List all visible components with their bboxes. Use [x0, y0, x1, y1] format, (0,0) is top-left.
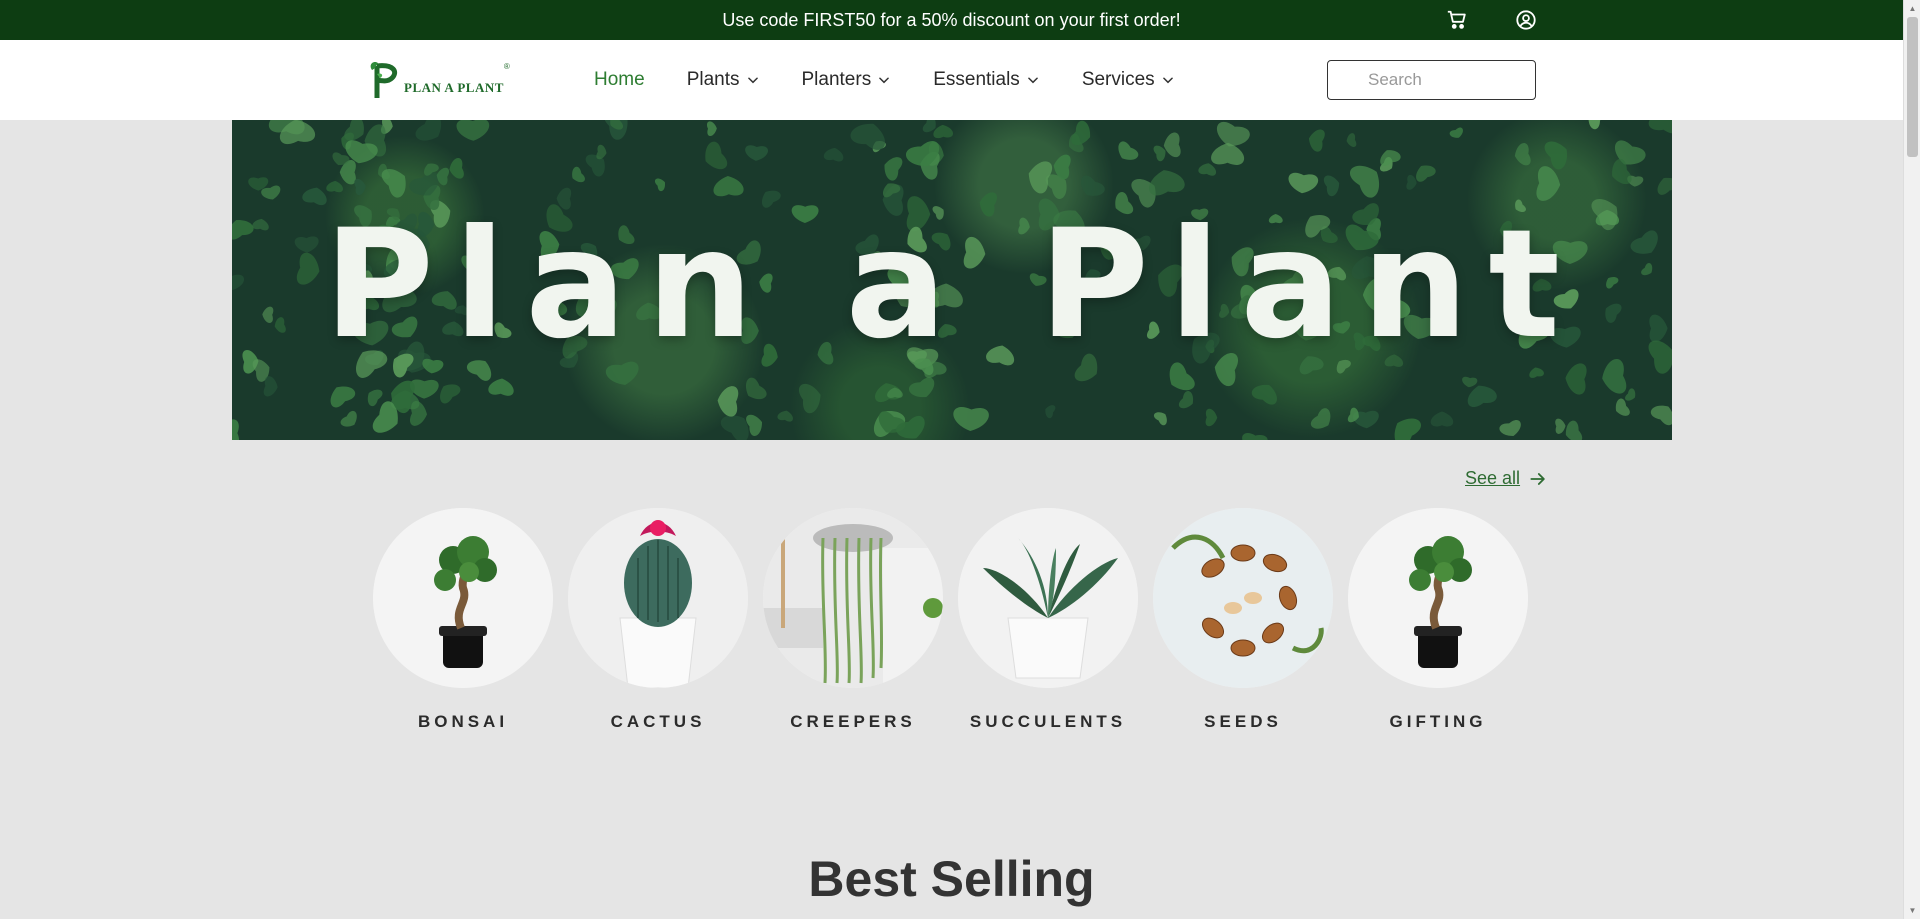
category-label[interactable]: BONSAI	[418, 712, 508, 732]
succulents-image[interactable]	[958, 508, 1138, 688]
category-label[interactable]: SUCCULENTS	[970, 712, 1126, 732]
brand-name: PLAN A PLANT	[404, 80, 504, 95]
nav-item-services[interactable]: Services	[1082, 69, 1175, 91]
search-input[interactable]	[1327, 60, 1536, 100]
best-selling-heading: Best Selling	[808, 851, 1095, 907]
category-seeds[interactable]: SEEDS	[1153, 508, 1333, 732]
nav-item-label: Essentials	[933, 69, 1020, 90]
announcement-bar: Use code FIRST50 for a 50% discount on y…	[0, 0, 1903, 40]
nav-item-label: Home	[594, 69, 645, 90]
brand-logo[interactable]: PLAN A PLANT ®	[368, 58, 510, 100]
see-all-label: See all	[1465, 468, 1521, 488]
category-creepers[interactable]: CREEPERS	[763, 508, 943, 732]
category-label[interactable]: CACTUS	[611, 712, 706, 732]
cart-icon[interactable]	[1445, 8, 1469, 32]
account-icon[interactable]	[1514, 8, 1538, 32]
announcement-text: Use code FIRST50 for a 50% discount on y…	[722, 9, 1181, 30]
nav-item-essentials[interactable]: Essentials	[933, 69, 1040, 91]
nav-item-label: Services	[1081, 69, 1155, 90]
nav-item-plants[interactable]: Plants	[687, 69, 760, 91]
category-cactus[interactable]: CACTUS	[568, 508, 748, 732]
category-label[interactable]: GIFTING	[1390, 712, 1487, 732]
chevron-down-icon	[1162, 77, 1173, 84]
chevron-down-icon	[1027, 77, 1038, 84]
hero-title: Plan a Plant	[323, 198, 1581, 372]
arrow-right-icon	[1530, 472, 1545, 485]
seeds-image[interactable]	[1153, 508, 1333, 688]
navbar: PLAN A PLANT ® Home Plants Planters Essenti…	[0, 40, 1903, 120]
category-list: BONSAI CACTUS CREEPERS SUCCULENTS SEEDS GIFTI…	[373, 508, 1543, 732]
chevron-down-icon	[747, 77, 758, 84]
hero-banner: Plan a Plant	[232, 120, 1672, 440]
gifting-image[interactable]	[1348, 508, 1528, 688]
category-succulents[interactable]: SUCCULENTS	[958, 508, 1138, 732]
scroll-up-icon[interactable]: ▲	[1904, 0, 1920, 17]
nav-item-home[interactable]: Home	[594, 69, 645, 91]
bonsai-image[interactable]	[373, 508, 553, 688]
chevron-down-icon	[879, 77, 890, 84]
category-bonsai[interactable]: BONSAI	[373, 508, 553, 732]
scroll-down-icon[interactable]: ▼	[1904, 902, 1920, 919]
main-nav: Home Plants Planters Essentials Services	[594, 40, 1217, 120]
registered-mark: ®	[503, 62, 510, 71]
nav-item-label: Planters	[801, 69, 872, 90]
nav-item-label: Plants	[686, 69, 740, 90]
nav-item-planters[interactable]: Planters	[802, 69, 892, 91]
page-scrollbar[interactable]: ▲ ▼	[1903, 0, 1920, 919]
creepers-image[interactable]	[763, 508, 943, 688]
cactus-image[interactable]	[568, 508, 748, 688]
category-label[interactable]: CREEPERS	[790, 712, 916, 732]
category-label[interactable]: SEEDS	[1204, 712, 1282, 732]
leaf-p-logo-icon	[370, 61, 398, 98]
see-all-link[interactable]: See all	[1465, 468, 1548, 489]
scrollbar-thumb[interactable]	[1907, 17, 1918, 157]
category-gifting[interactable]: GIFTING	[1348, 508, 1528, 732]
